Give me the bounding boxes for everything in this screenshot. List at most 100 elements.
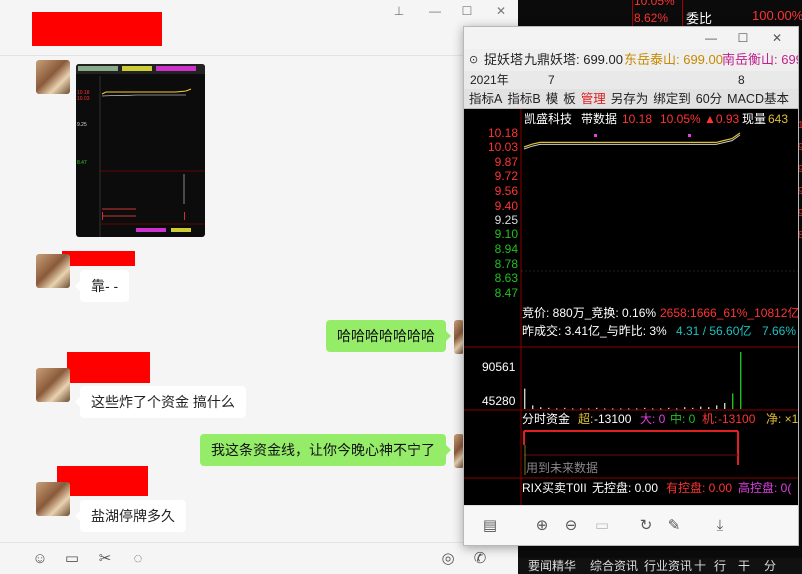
volume-bar <box>716 405 718 409</box>
fund-inst-label: 机: <box>702 412 717 426</box>
volume-bar <box>676 408 678 410</box>
fund-title: 分时资金 <box>522 411 570 426</box>
news-tab[interactable]: 要闻精华 <box>528 558 576 574</box>
stock-quote-strip: 10.05% 8.62% 委比 100.00% <box>518 0 802 26</box>
fund-mid: 中: 0 <box>670 411 696 426</box>
volume-bar <box>596 407 598 409</box>
news-tab[interactable]: 干 <box>738 558 750 574</box>
intraday-chart-svg: 凯盛科技 带数据 10.18 10.05% ▲0.93 现量 643 10.18… <box>464 109 799 505</box>
volume-bar <box>588 408 590 410</box>
volume-bar <box>724 403 726 409</box>
volume-tick: 45280 <box>482 394 516 408</box>
minimize-icon[interactable]: — <box>702 29 720 47</box>
news-tab[interactable]: 综合资讯 <box>590 558 638 574</box>
menu-item[interactable]: 模 <box>546 92 559 106</box>
volume-bar <box>628 408 630 410</box>
volume-bar <box>740 352 742 409</box>
ticker-toggle-icon[interactable]: ⊙ <box>469 49 478 71</box>
y-tick-label: 9.40 <box>495 199 519 213</box>
volume-bar <box>732 393 734 409</box>
message-bubble[interactable]: 靠- - <box>74 270 130 302</box>
chat-bubble-icon[interactable]: ◌ <box>128 549 148 569</box>
close-icon[interactable]: ✕ <box>768 29 786 47</box>
rotate-icon[interactable]: ↻ <box>636 516 656 536</box>
menu-item[interactable]: 板 <box>563 92 576 106</box>
menu-item[interactable]: 另存为 <box>611 92 649 106</box>
redacted-sender-name <box>57 466 148 496</box>
download-icon[interactable]: ⤓ <box>710 516 730 536</box>
chart-image-message[interactable]: 10.18 10.03 9.25 8.47 <box>76 64 205 237</box>
emoji-icon[interactable]: ☺ <box>30 549 50 569</box>
video-icon[interactable]: ◎ <box>438 549 458 569</box>
message-bubble[interactable]: 盐湖停牌多久 <box>75 500 186 532</box>
auction-info-ratio: 2658:1666_61%_10812亿 <box>660 305 798 320</box>
close-icon[interactable]: ✕ <box>492 3 510 19</box>
turnover-amount: 4.31 / 56.60亿 <box>676 323 751 338</box>
volume-bar <box>700 406 702 409</box>
menu-item[interactable]: 指标B <box>507 92 540 106</box>
ticker-quote-2: 东岳泰山: 699.00 <box>624 52 723 67</box>
edit-icon[interactable]: ✎ <box>664 516 684 536</box>
y-tick-label: 9.56 <box>495 184 519 198</box>
redacted-sender-name <box>67 352 150 383</box>
avatar[interactable] <box>36 482 70 516</box>
ticker-quote-1: 九鼎妖塔: 699.00 <box>524 52 623 67</box>
price-change-pct-2: 8.62% <box>634 11 669 25</box>
volume-bar <box>620 408 622 410</box>
chat-header: ⊥ — ☐ ✕ <box>0 0 520 56</box>
signal-marker <box>688 134 691 137</box>
menu-item[interactable]: MACD基本 <box>727 92 789 106</box>
news-tab[interactable]: 分 <box>764 558 776 574</box>
avatar[interactable] <box>36 254 70 288</box>
date-year: 2021年 <box>470 73 509 87</box>
stock-change: ▲0.93 <box>704 112 740 126</box>
volume-bar <box>660 408 662 410</box>
volume-bar <box>524 388 526 409</box>
y-tick-label: 9.87 <box>495 155 519 169</box>
minimize-icon[interactable]: — <box>426 3 444 19</box>
y-tick-label: 8.94 <box>495 242 519 256</box>
volume-value: 643 <box>768 112 788 126</box>
message-bubble[interactable]: 哈哈哈哈哈哈哈 <box>326 320 451 352</box>
volume-bar <box>604 408 606 410</box>
prev-turnover: 昨成交: 3.41亿_与昨比: 3% <box>522 323 667 338</box>
turnover-pct: 7.66% <box>762 324 796 338</box>
quote-divider <box>682 0 683 26</box>
zoom-out-icon[interactable]: ⊖ <box>561 516 581 536</box>
volume-bar <box>580 408 582 410</box>
svg-text:9.25: 9.25 <box>77 122 87 128</box>
avatar[interactable] <box>36 368 70 402</box>
news-tab[interactable]: 行业资讯 <box>644 558 692 574</box>
zoom-in-icon[interactable]: ⊕ <box>532 516 552 536</box>
menu-item[interactable]: 60分 <box>696 92 722 106</box>
volume-bar <box>708 407 710 409</box>
message-bubble[interactable]: 这些炸了个资金 搞什么 <box>75 386 246 418</box>
maximize-icon[interactable]: ☐ <box>734 29 752 47</box>
volume-bar <box>668 407 670 409</box>
fit-icon[interactable]: ▭ <box>592 516 612 536</box>
weibi-value: 100.00% <box>752 8 802 23</box>
layout-icon[interactable]: ▤ <box>480 516 500 536</box>
volume-tick: 90561 <box>482 360 516 374</box>
menu-item[interactable]: 绑定到 <box>653 92 691 106</box>
message-bubble[interactable]: 我这条资金线，让你今晚心神不宁了 <box>200 434 451 466</box>
pin-icon[interactable]: ⊥ <box>390 3 408 19</box>
news-tab-bar: 要闻精华 综合资讯 行业资讯 十 行 干 分 <box>518 558 802 574</box>
news-tab[interactable]: 行 <box>714 558 726 574</box>
ticker-prefix: 捉妖塔 <box>484 52 524 67</box>
avatar[interactable] <box>36 60 70 94</box>
maximize-icon[interactable]: ☐ <box>458 3 476 19</box>
viewer-toolbar: ▤ ⊕ ⊖ ▭ ↻ ✎ ⤓ <box>464 505 798 545</box>
news-tab[interactable]: 十 <box>694 558 706 574</box>
folder-icon[interactable]: ▭ <box>62 549 82 569</box>
stock-data-label: 带数据 <box>581 111 617 126</box>
menu-item[interactable]: 指标A <box>469 92 502 106</box>
rix-high-control: 高控盘: 0( <box>738 480 791 495</box>
menu-item-active[interactable]: 管理 <box>581 92 606 106</box>
scissors-icon[interactable]: ✂ <box>95 549 115 569</box>
volume-bar <box>644 407 646 409</box>
chart-thumbnail-image: 10.18 10.03 9.25 8.47 <box>76 64 205 237</box>
price-change-pct: 10.05% <box>634 0 675 8</box>
date-tick: 7 <box>548 73 555 87</box>
phone-icon[interactable]: ✆ <box>470 549 490 569</box>
